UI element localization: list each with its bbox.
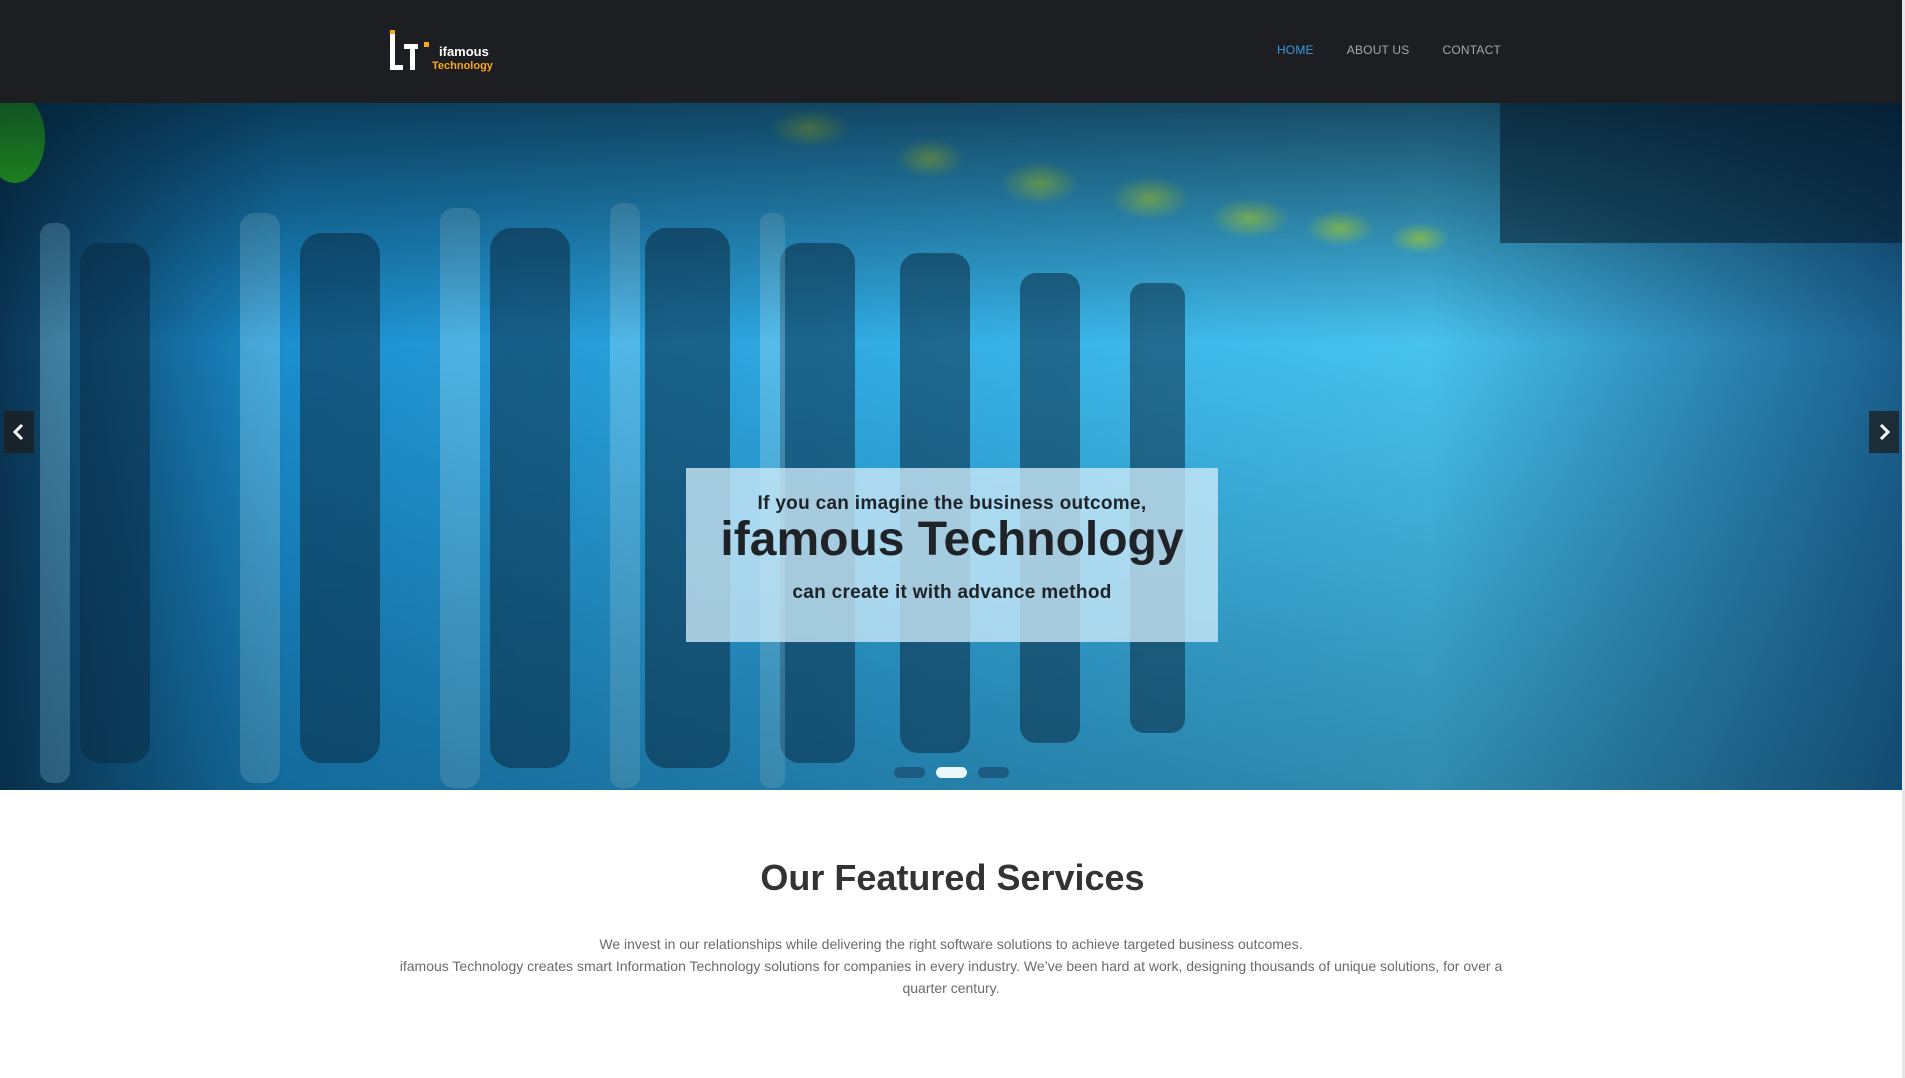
- hero-caption: If you can imagine the business outcome,…: [686, 468, 1218, 642]
- hero-slider: If you can imagine the business outcome,…: [0, 103, 1905, 790]
- nav-home[interactable]: HOME: [1277, 43, 1314, 57]
- slider-prev-button[interactable]: [4, 411, 34, 453]
- site-logo[interactable]: ifamous Technology: [388, 30, 498, 75]
- nav-contact[interactable]: CONTACT: [1442, 43, 1501, 57]
- chevron-right-icon: [1879, 423, 1891, 441]
- nav-about-us[interactable]: ABOUT US: [1347, 43, 1410, 57]
- caption-title: ifamous Technology: [720, 513, 1184, 566]
- logo-line2: Technology: [432, 60, 493, 72]
- services-desc-line1: We invest in our relationships while del…: [599, 936, 1303, 952]
- logo-text: ifamous Technology: [432, 44, 493, 73]
- services-description: We invest in our relationships while del…: [396, 933, 1506, 999]
- caption-post: can create it with advance method: [792, 582, 1112, 603]
- chevron-left-icon: [12, 423, 24, 441]
- logo-line1: ifamous: [439, 44, 489, 59]
- logo-mark-icon: [390, 30, 429, 70]
- services-desc-line2: ifamous Technology creates smart Informa…: [399, 958, 1503, 996]
- slide-indicator-1[interactable]: [894, 767, 925, 778]
- server-rack-photo: [0, 103, 1905, 790]
- main-nav: HOME ABOUT US CONTACT: [1277, 43, 1501, 57]
- slider-next-button[interactable]: [1869, 411, 1899, 453]
- slide-indicator-3[interactable]: [978, 767, 1009, 778]
- slider-indicators: [894, 767, 1009, 778]
- services-heading: Our Featured Services: [760, 857, 1145, 898]
- slide-indicator-2[interactable]: [936, 767, 967, 778]
- site-header: ifamous Technology HOME ABOUT US CONTACT: [0, 0, 1905, 103]
